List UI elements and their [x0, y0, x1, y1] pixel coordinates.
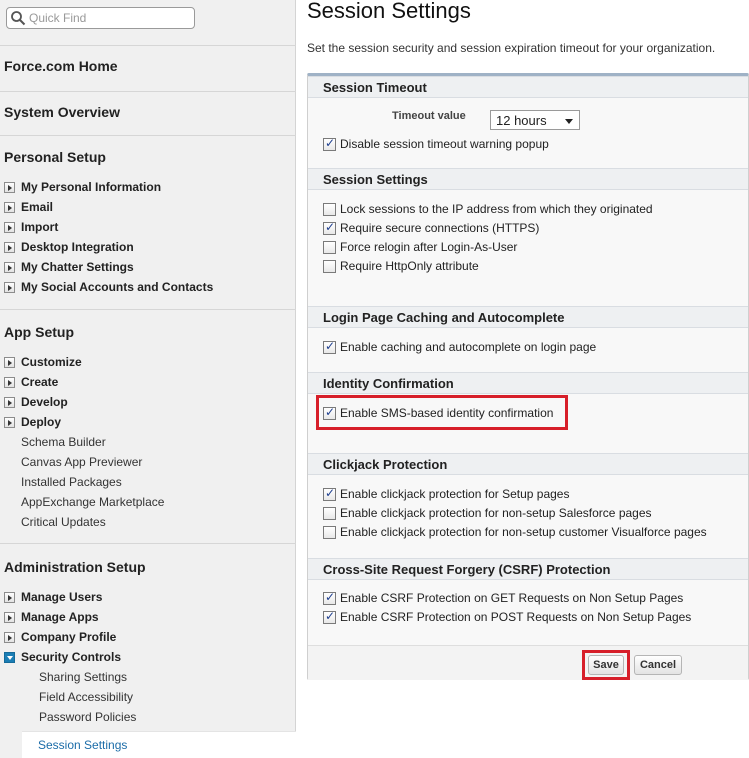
checkbox[interactable]	[323, 202, 336, 216]
section-title: Clickjack Protection	[323, 457, 448, 472]
sidebar-item-my-chatter-settings[interactable]: My Chatter Settings	[4, 259, 134, 275]
administration-setup-heading: Administration Setup	[4, 559, 146, 575]
sidebar-item-manage-users[interactable]: Manage Users	[4, 589, 102, 605]
expand-icon[interactable]	[4, 396, 15, 408]
option-lock-sessions-ip[interactable]: Lock sessions to the IP address from whi…	[323, 201, 653, 217]
timeout-value-label: Timeout value	[392, 110, 466, 122]
expand-icon[interactable]	[4, 201, 15, 213]
expand-icon[interactable]	[4, 261, 15, 273]
option-csrf-post[interactable]: Enable CSRF Protection on POST Requests …	[323, 609, 691, 625]
option-disable-timeout-warning[interactable]: Disable session timeout warning popup	[323, 136, 549, 152]
quick-find-input[interactable]	[29, 9, 191, 27]
expand-icon[interactable]	[4, 591, 15, 603]
option-clickjack-visualforce[interactable]: Enable clickjack protection for non-setu…	[323, 524, 707, 540]
checkbox[interactable]	[323, 609, 336, 624]
checkbox[interactable]	[323, 590, 336, 605]
section-title: Session Timeout	[323, 80, 427, 95]
sidebar-item-create[interactable]: Create	[4, 374, 58, 390]
highlight-box-save	[582, 650, 630, 680]
sidebar-item-desktop-integration[interactable]: Desktop Integration	[4, 239, 134, 255]
expand-icon[interactable]	[4, 631, 15, 643]
sidebar-link-field-accessibility[interactable]: Field Accessibility	[39, 690, 133, 704]
expand-icon[interactable]	[4, 416, 15, 428]
section-header-session-timeout: Session Timeout	[308, 76, 748, 98]
sidebar-item-develop[interactable]: Develop	[4, 394, 68, 410]
sidebar-item-import[interactable]: Import	[4, 219, 58, 235]
expand-icon[interactable]	[4, 181, 15, 193]
app-setup-heading: App Setup	[4, 324, 74, 340]
sidebar-link-force-home[interactable]: Force.com Home	[0, 58, 118, 74]
option-require-https[interactable]: Require secure connections (HTTPS)	[323, 220, 539, 236]
cancel-button[interactable]: Cancel	[634, 655, 682, 675]
section-header-session-settings: Session Settings	[308, 168, 748, 190]
chevron-down-icon	[565, 119, 573, 124]
option-clickjack-setup[interactable]: Enable clickjack protection for Setup pa…	[323, 486, 569, 502]
option-force-relogin[interactable]: Force relogin after Login-As-User	[323, 239, 517, 255]
checkbox[interactable]	[323, 240, 336, 254]
section-header-identity-confirmation: Identity Confirmation	[308, 372, 748, 394]
sidebar-item-customize[interactable]: Customize	[4, 354, 82, 370]
page-title: Session Settings	[307, 0, 471, 23]
sidebar-item-email[interactable]: Email	[4, 199, 53, 215]
checkbox[interactable]	[323, 220, 336, 235]
setup-sidebar: Force.com Home System Overview Personal …	[0, 0, 296, 758]
option-enable-caching-autocomplete[interactable]: Enable caching and autocomplete on login…	[323, 339, 596, 355]
timeout-value-select[interactable]: 12 hours	[490, 110, 580, 130]
section-title: Identity Confirmation	[323, 376, 454, 391]
sidebar-item-session-settings-active[interactable]: Session Settings	[22, 731, 296, 758]
sidebar-link-canvas-app-previewer[interactable]: Canvas App Previewer	[21, 455, 142, 469]
sidebar-item-company-profile[interactable]: Company Profile	[4, 629, 116, 645]
option-require-httponly[interactable]: Require HttpOnly attribute	[323, 258, 479, 274]
section-title: Session Settings	[323, 172, 428, 187]
checkbox[interactable]	[323, 525, 336, 539]
section-header-clickjack: Clickjack Protection	[308, 453, 748, 475]
quick-find-box[interactable]	[6, 7, 195, 29]
sidebar-section-force-home: Force.com Home	[0, 45, 296, 90]
sidebar-item-my-personal-information[interactable]: My Personal Information	[4, 179, 161, 195]
checkbox[interactable]	[323, 506, 336, 520]
personal-setup-heading: Personal Setup	[4, 149, 106, 165]
sidebar-active-label: Session Settings	[38, 738, 128, 752]
checkbox[interactable]	[323, 486, 336, 501]
section-title: Login Page Caching and Autocomplete	[323, 310, 565, 325]
checkbox[interactable]	[323, 259, 336, 273]
sidebar-item-my-social-accounts[interactable]: My Social Accounts and Contacts	[4, 279, 213, 295]
section-title: Cross-Site Request Forgery (CSRF) Protec…	[323, 562, 611, 577]
sidebar-link-installed-packages[interactable]: Installed Packages	[21, 475, 122, 489]
timeout-selected-value: 12 hours	[496, 113, 547, 128]
sidebar-link-password-policies[interactable]: Password Policies	[39, 710, 136, 724]
expand-icon[interactable]	[4, 281, 15, 293]
sidebar-link-critical-updates[interactable]: Critical Updates	[21, 515, 106, 529]
expand-icon[interactable]	[4, 241, 15, 253]
checkbox[interactable]	[323, 339, 336, 354]
sidebar-link-sharing-settings[interactable]: Sharing Settings	[39, 670, 127, 684]
highlight-box-sms	[316, 395, 568, 430]
button-bar: Save Cancel	[308, 645, 748, 680]
option-clickjack-non-setup-salesforce[interactable]: Enable clickjack protection for non-setu…	[323, 505, 652, 521]
sidebar-link-system-overview[interactable]: System Overview	[0, 104, 120, 120]
settings-panel: Session Timeout Timeout value 12 hours D…	[307, 73, 749, 680]
sidebar-item-security-controls[interactable]: Security Controls	[4, 649, 121, 665]
sidebar-item-deploy[interactable]: Deploy	[4, 414, 61, 430]
expand-icon[interactable]	[4, 611, 15, 623]
section-header-login-caching: Login Page Caching and Autocomplete	[308, 306, 748, 328]
sidebar-link-appexchange[interactable]: AppExchange Marketplace	[21, 495, 164, 509]
expand-icon[interactable]	[4, 376, 15, 388]
section-header-csrf: Cross-Site Request Forgery (CSRF) Protec…	[308, 558, 748, 580]
sidebar-section-system-overview: System Overview	[0, 91, 296, 135]
checkbox[interactable]	[323, 136, 336, 151]
search-icon	[11, 11, 26, 26]
page-description: Set the session security and session exp…	[307, 41, 716, 55]
sidebar-link-schema-builder[interactable]: Schema Builder	[21, 435, 106, 449]
collapse-icon[interactable]	[4, 651, 15, 663]
expand-icon[interactable]	[4, 356, 15, 368]
option-csrf-get[interactable]: Enable CSRF Protection on GET Requests o…	[323, 590, 683, 606]
sidebar-item-manage-apps[interactable]: Manage Apps	[4, 609, 99, 625]
expand-icon[interactable]	[4, 221, 15, 233]
